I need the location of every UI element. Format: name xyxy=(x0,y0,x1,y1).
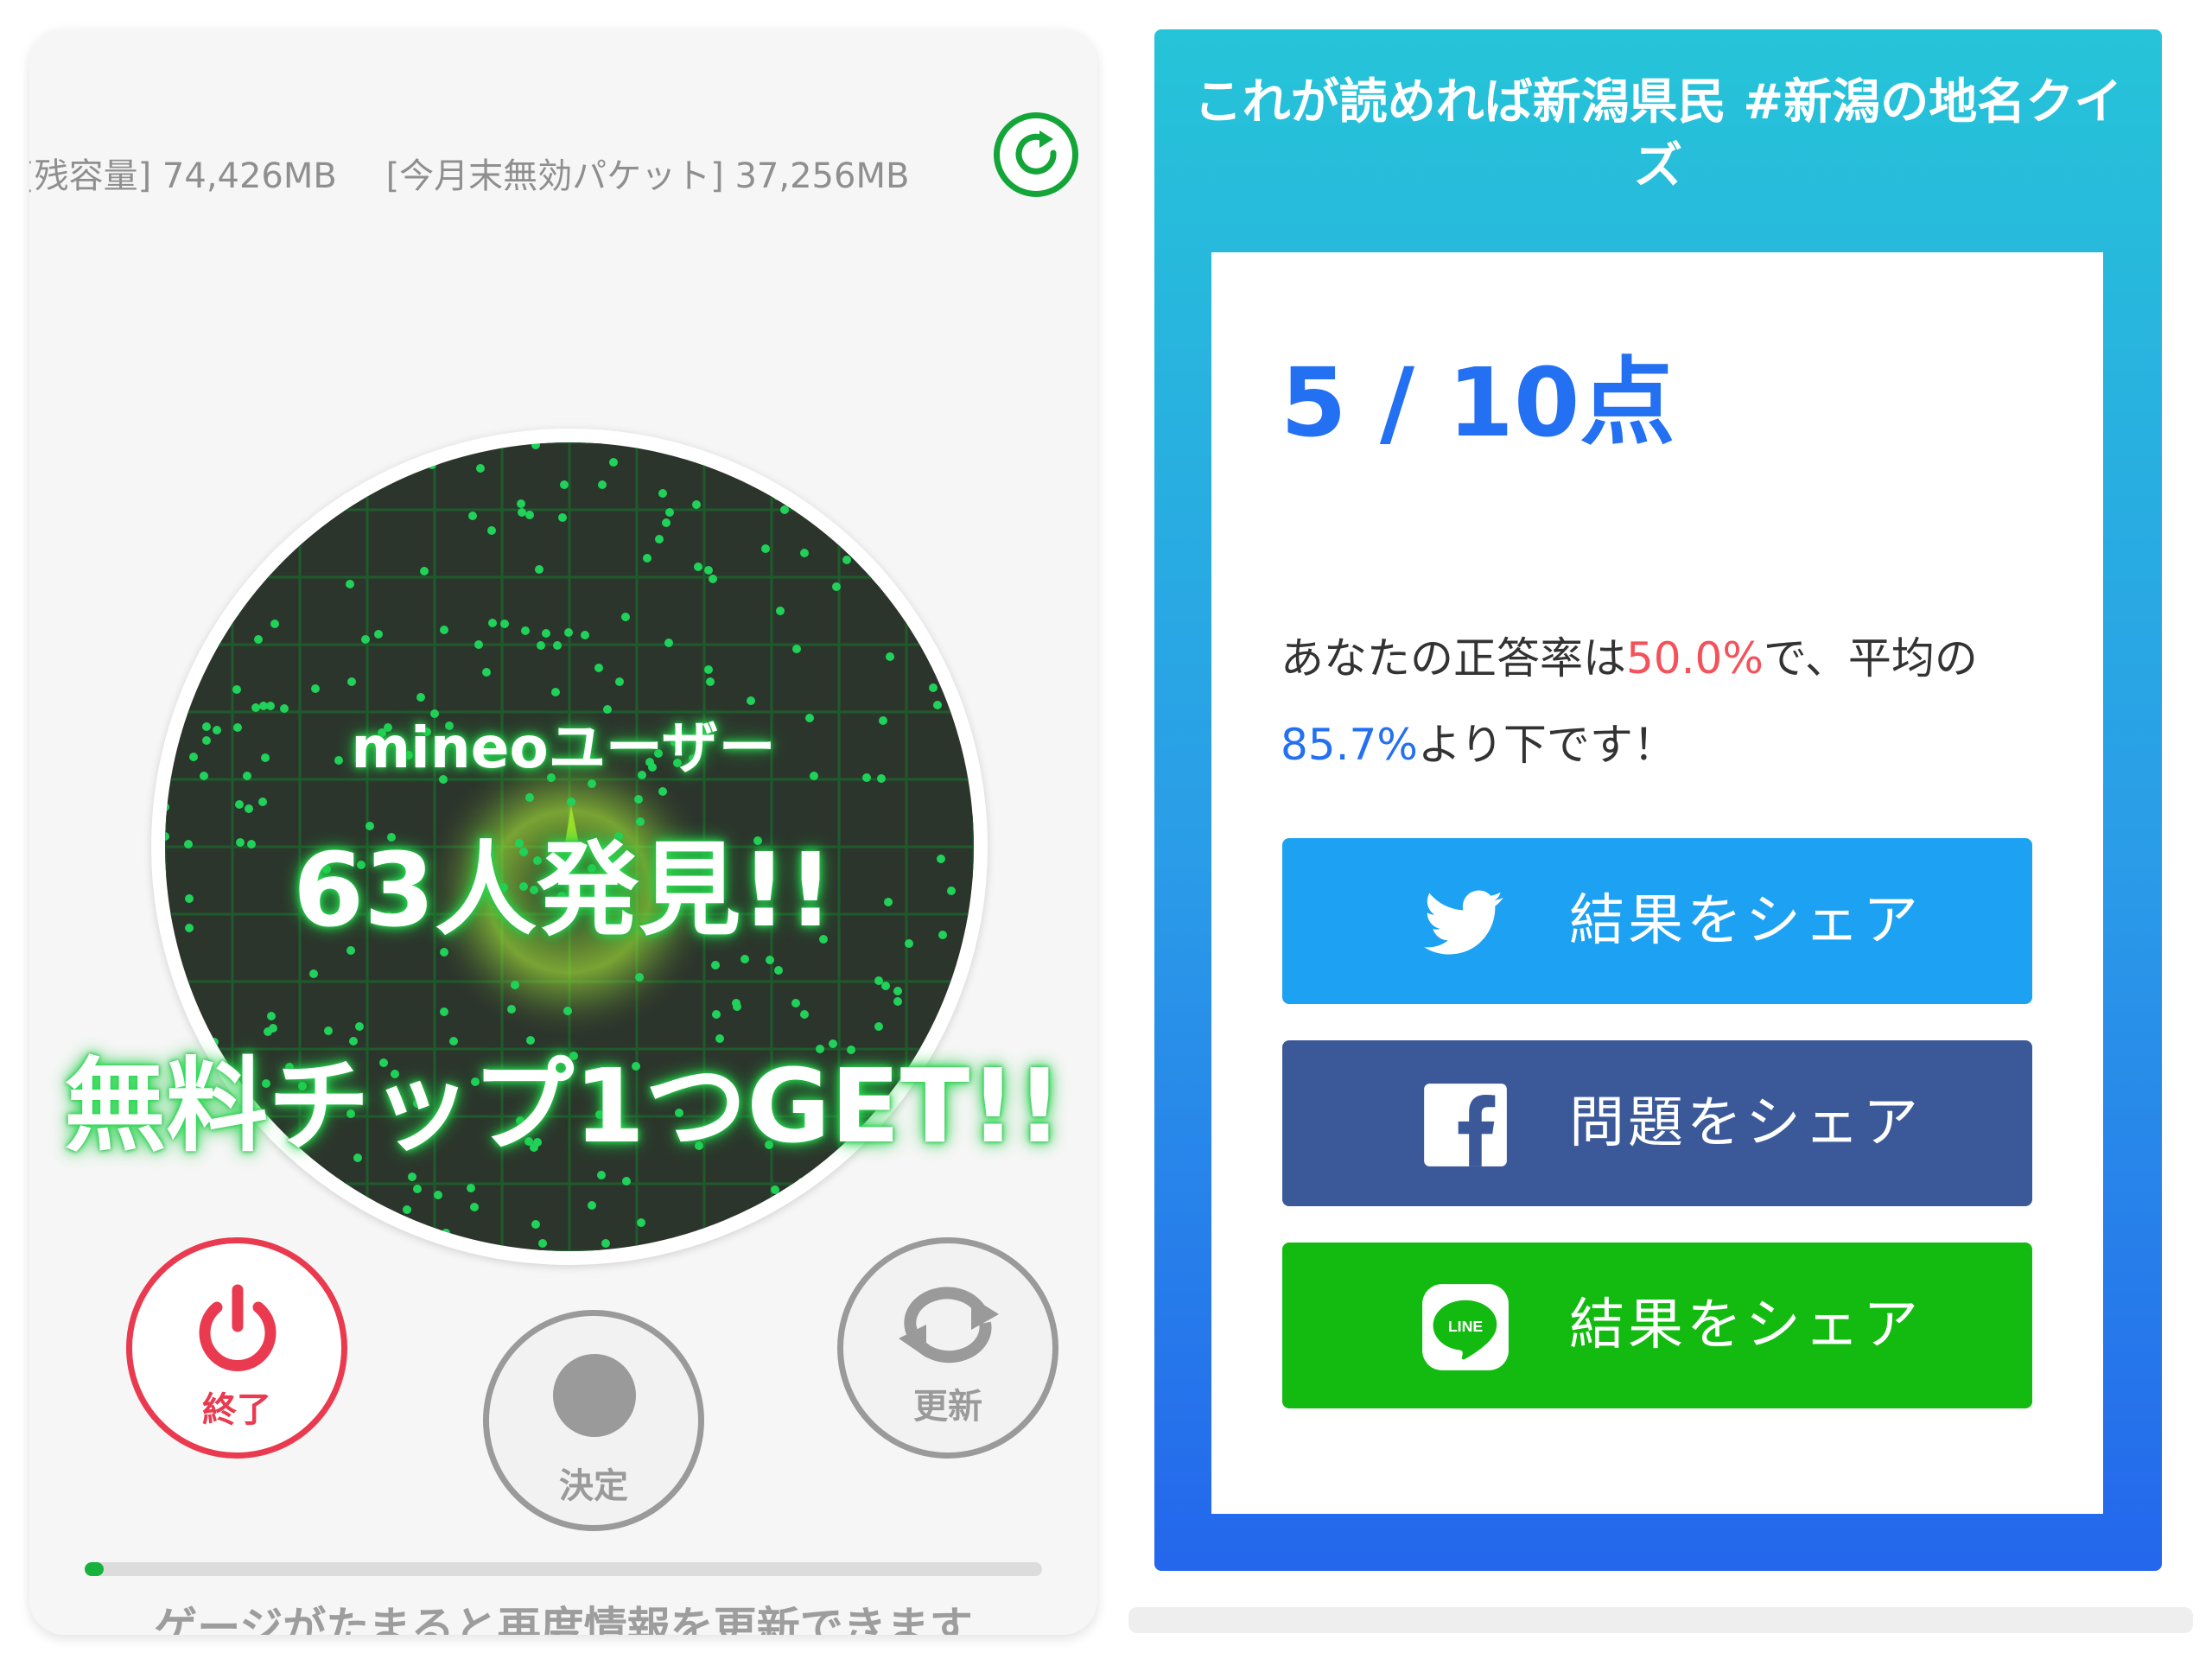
gauge-note: ゲージがたまると再度情報を更新できます xyxy=(154,1603,973,1635)
result-text-1: あなたの正答率は xyxy=(1281,633,1626,683)
page-bottom-strip xyxy=(1128,1607,2193,1633)
share-line-label: 結果をシェア xyxy=(1569,1294,1922,1357)
share-twitter-label: 結果をシェア xyxy=(1569,889,1922,953)
update-label: 更新 xyxy=(913,1387,982,1427)
share-facebook-button[interactable]: 問題をシェア xyxy=(1282,1040,2032,1206)
svg-text:LINE: LINE xyxy=(1448,1318,1483,1335)
remaining-capacity: [残容量] 74,426MB xyxy=(29,156,337,196)
end-label: 終了 xyxy=(202,1390,271,1430)
refresh-gauge-fill xyxy=(85,1562,105,1576)
chip-get-message: 無料チップ1つGET!! xyxy=(64,1046,1063,1166)
refresh-circle-icon[interactable] xyxy=(994,112,1078,197)
power-icon xyxy=(199,1284,276,1371)
facebook-icon xyxy=(1424,1084,1507,1166)
score: 5 / 10点 xyxy=(1281,347,1675,458)
quiz-result-panel: これが読めれば新潟県民 #新潟の地名クイズ 5 / 10点 あなたの正答率は50… xyxy=(1154,29,2162,1571)
result-text-3: より下です！ xyxy=(1417,720,1676,770)
share-line-button[interactable]: LINE 結果をシェア xyxy=(1282,1243,2032,1408)
expiring-packets: [今月末無効パケット] 37,256MB xyxy=(385,156,910,196)
average-rate: 85.7% xyxy=(1281,720,1418,770)
share-facebook-label: 問題をシェア xyxy=(1569,1091,1922,1155)
found-count: 63人発見!! xyxy=(293,830,834,950)
refresh-gauge xyxy=(85,1562,1042,1576)
result-summary: あなたの正答率は50.0%で、平均の 85.7%より下です！ xyxy=(1281,615,2058,788)
radar-app-panel: [残容量] 74,426MB [今月末無効パケット] 37,256MB mine… xyxy=(29,29,1097,1635)
quiz-title: これが読めれば新潟県民 #新潟の地名クイズ xyxy=(1193,74,2123,194)
decide-label: 決定 xyxy=(559,1466,628,1506)
share-twitter-button[interactable]: 結果をシェア xyxy=(1282,838,2032,1004)
result-card: 5 / 10点 あなたの正答率は50.0%で、平均の 85.7%より下です！ 結果… xyxy=(1211,252,2103,1514)
result-text-2: で、平均の xyxy=(1763,633,1978,683)
refresh-arrows-icon xyxy=(899,1287,999,1363)
record-dot-icon xyxy=(553,1354,636,1437)
line-icon: LINE xyxy=(1422,1284,1509,1370)
found-user-label: mineoユーザー xyxy=(351,715,776,781)
capacity-bar: [残容量] 74,426MB [今月末無効パケット] 37,256MB xyxy=(29,150,1023,202)
end-button[interactable]: 終了 xyxy=(126,1237,347,1459)
decide-button[interactable]: 決定 xyxy=(483,1310,704,1531)
update-button[interactable]: 更新 xyxy=(837,1237,1058,1459)
twitter-icon xyxy=(1424,890,1503,955)
your-rate: 50.0% xyxy=(1626,633,1764,683)
